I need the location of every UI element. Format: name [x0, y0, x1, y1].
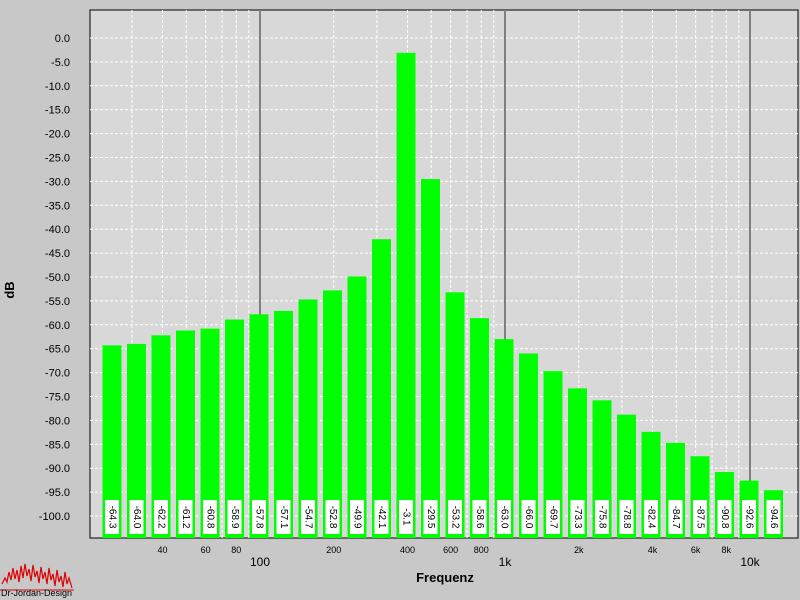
bar	[396, 52, 416, 539]
x-tick-label: 600	[443, 545, 458, 555]
bar	[347, 276, 367, 538]
y-tick-label: -80.0	[45, 415, 70, 427]
logo-text: Dr-Jordan-Design	[1, 588, 73, 598]
value-label: -62.2	[155, 506, 166, 529]
x-tick-label: 4k	[648, 545, 658, 555]
y-tick-label: -45.0	[45, 248, 70, 260]
y-tick-label: -5.0	[51, 57, 70, 69]
y-tick-label: -95.0	[45, 487, 70, 499]
value-label: -60.8	[204, 506, 215, 529]
value-label: -69.7	[547, 506, 558, 529]
x-tick-label: 2k	[574, 545, 584, 555]
y-tick-label: -15.0	[45, 105, 70, 117]
value-label: -53.2	[449, 506, 460, 529]
value-label: -58.9	[229, 506, 240, 529]
value-label: -87.5	[694, 506, 705, 529]
y-tick-label: -40.0	[45, 224, 70, 236]
value-label: -58.6	[474, 506, 485, 529]
x-tick-label: 6k	[691, 545, 701, 555]
y-tick-label: -90.0	[45, 463, 70, 475]
value-label: -49.9	[351, 506, 362, 529]
value-label: -64.0	[131, 506, 142, 529]
value-label: -73.3	[572, 506, 583, 529]
x-tick-label: 8k	[721, 545, 731, 555]
x-tick-label: 200	[326, 545, 341, 555]
y-tick-label: -70.0	[45, 368, 70, 380]
y-tick-label: -75.0	[45, 392, 70, 404]
y-axis-title: dB	[2, 281, 17, 298]
y-tick-label: -60.0	[45, 320, 70, 332]
y-tick-label: -10.0	[45, 81, 70, 93]
value-label: -3.1	[400, 508, 411, 526]
x-tick-label: 80	[231, 545, 241, 555]
x-major-tick-label: 10k	[740, 555, 760, 569]
value-label: -54.7	[302, 506, 313, 529]
x-tick-label: 400	[400, 545, 415, 555]
value-label: -52.8	[327, 506, 338, 529]
y-tick-label: -20.0	[45, 129, 70, 141]
value-label: -42.1	[376, 506, 387, 529]
y-tick-label: -85.0	[45, 439, 70, 451]
value-label: -29.5	[425, 506, 436, 529]
y-tick-label: -30.0	[45, 176, 70, 188]
value-label: -61.2	[180, 506, 191, 529]
x-major-tick-label: 100	[250, 555, 270, 569]
y-tick-label: -25.0	[45, 153, 70, 165]
value-label: -64.3	[106, 506, 117, 529]
y-tick-label: -100.0	[39, 511, 70, 523]
y-tick-label: -35.0	[45, 200, 70, 212]
bar	[421, 179, 440, 538]
x-tick-label: 60	[201, 545, 211, 555]
value-label: -57.8	[253, 506, 264, 529]
value-label: -57.1	[278, 506, 289, 529]
value-label: -82.4	[645, 506, 656, 529]
value-label: -66.0	[523, 506, 534, 529]
x-axis-title: Frequenz	[416, 570, 474, 585]
y-tick-label: -50.0	[45, 272, 70, 284]
y-tick-label: 0.0	[55, 33, 70, 45]
y-tick-label: -55.0	[45, 296, 70, 308]
value-label: -63.0	[498, 506, 509, 529]
value-label: -84.7	[670, 506, 681, 529]
x-tick-label: 800	[474, 545, 489, 555]
x-major-tick-label: 1k	[499, 555, 513, 569]
value-label: -75.8	[596, 506, 607, 529]
spectrum-chart: 0.0 -5.0 -10.0 -15.0 -20.0 -25.0 -30.0 -35.0 -40…	[2, 9, 799, 585]
bar	[372, 239, 391, 538]
value-label: -78.8	[621, 506, 632, 529]
x-tick-label: 40	[157, 545, 167, 555]
y-tick-label: -65.0	[45, 344, 70, 356]
value-label: -90.8	[719, 506, 730, 529]
value-label: -94.6	[768, 506, 779, 529]
value-label: -92.6	[743, 506, 754, 529]
